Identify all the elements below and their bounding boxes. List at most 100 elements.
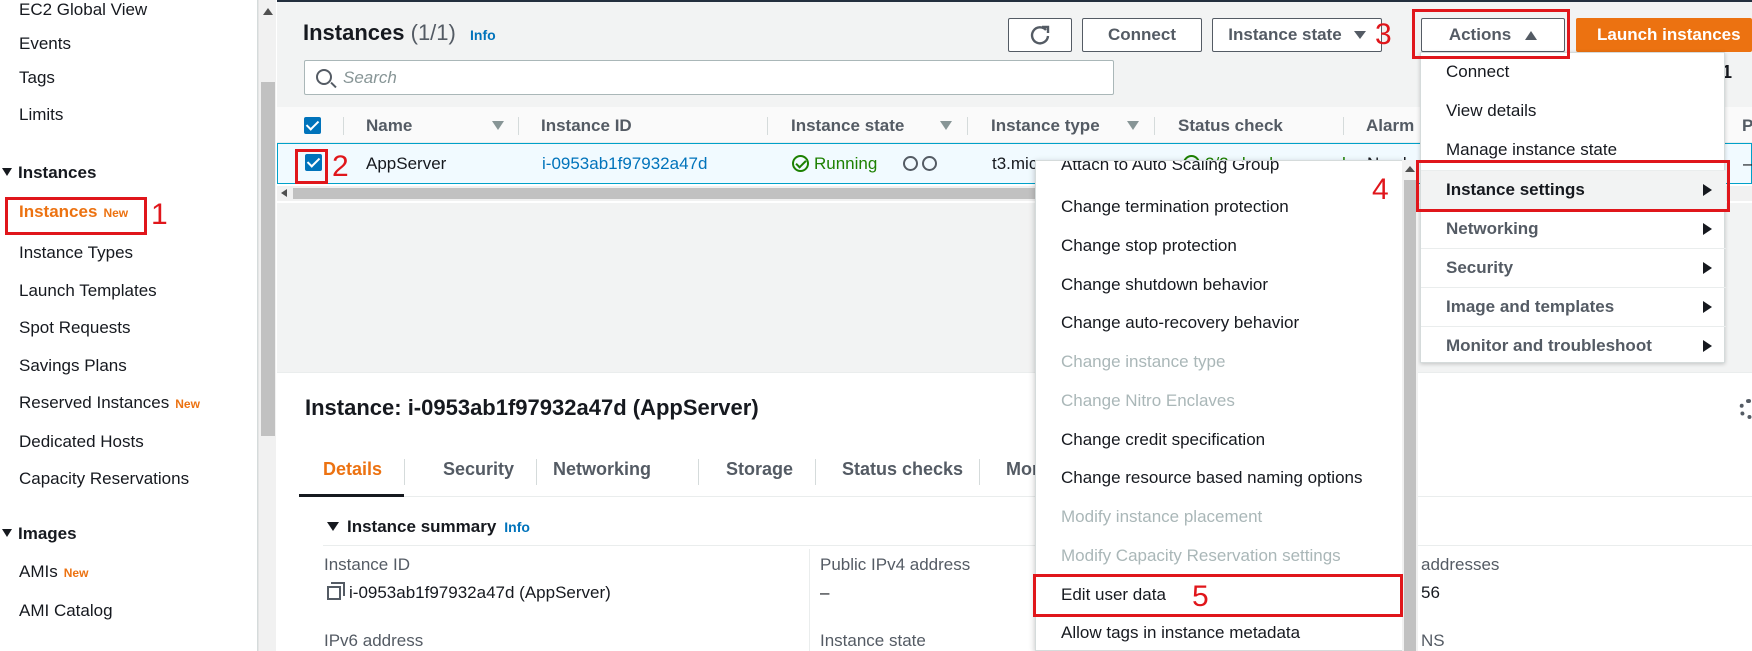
sidebar-item-ami-catalog[interactable]: AMI Catalog [19,601,113,621]
zoom-out-icon[interactable] [922,156,938,171]
active-tab-indicator [299,494,404,497]
sidebar-item-tags[interactable]: Tags [19,68,55,88]
instance-detail-panel: Instance: i-0953ab1f97932a47d (AppServer… [277,372,1752,651]
menu-item-modify-capacity-reservation-settings: Modify Capacity Reservation settings [1061,546,1341,565]
detail-title: Instance: i-0953ab1f97932a47d (AppServer… [305,395,759,420]
tab-status-checks[interactable]: Status checks [842,459,963,480]
select-all-checkbox[interactable] [304,117,321,134]
sidebar-item-savings-plans[interactable]: Savings Plans [19,356,127,376]
sidebar: EC2 Global View Events Tags Limits Insta… [0,0,258,651]
sidebar-item-amis[interactable]: AMIs New [19,562,88,582]
sidebar-section-instances[interactable]: Instances [2,163,96,183]
info-link[interactable]: Info [504,519,530,535]
menu-item-security[interactable]: Security [1421,248,1726,287]
menu-item-change-instance-type: Change instance type [1061,352,1226,371]
column-header-instance-type[interactable]: Instance type [991,116,1100,136]
instance-state-button[interactable]: Instance state [1212,18,1382,52]
column-header-name[interactable]: Name [366,116,412,136]
cell-dash: – [1743,154,1752,173]
sort-icon[interactable] [1127,121,1139,130]
sidebar-item-limits[interactable]: Limits [19,105,63,125]
menu-item-change-shutdown-behavior[interactable]: Change shutdown behavior [1061,275,1268,295]
chevron-right-icon [1703,262,1712,274]
sidebar-section-images[interactable]: Images [2,524,77,544]
sort-icon[interactable] [940,121,952,130]
sidebar-scrollbar[interactable] [258,0,276,651]
chevron-right-icon [1703,340,1712,352]
instance-id-label: Instance ID [324,555,410,574]
sidebar-item-launch-templates[interactable]: Launch Templates [19,281,157,301]
sidebar-item-instance-types[interactable]: Instance Types [19,243,133,263]
cell-instance-state: Running [792,154,938,174]
annotation-box-instance-settings [1416,160,1730,212]
caret-down-icon [327,522,339,531]
menu-item-allow-tags-in-instance-metadata[interactable]: Allow tags in instance metadata [1061,623,1300,643]
tab-details[interactable]: Details [323,459,382,480]
launch-instances-button[interactable]: Launch instances [1576,18,1752,52]
sidebar-item-spot-requests[interactable]: Spot Requests [19,318,131,338]
annotation-step-5: 5 [1192,580,1209,613]
caret-down-icon [2,529,12,537]
sidebar-item-reserved-instances[interactable]: Reserved Instances New [19,393,200,413]
annotation-step-4: 4 [1372,173,1389,206]
tab-security[interactable]: Security [443,459,514,480]
instance-summary-header[interactable]: Instance summary Info [327,517,530,537]
sort-icon[interactable] [492,121,504,130]
detail-tabs: Details Security Networking Storage Stat… [299,445,1752,497]
menu-item-view-details[interactable]: View details [1421,92,1726,131]
search-icon [316,69,332,85]
private-addresses-value: 56 [1421,583,1440,602]
instance-id-value: i-0953ab1f97932a47d (AppServer) [327,582,611,603]
tab-networking[interactable]: Networking [553,459,651,480]
scrollbar-thumb[interactable] [261,82,275,436]
annotation-step-3: 3 [1375,18,1392,51]
scroll-left-icon[interactable] [281,189,287,197]
column-header-instance-id[interactable]: Instance ID [541,116,632,136]
page-title: Instances (1/1) Info [303,20,496,45]
menu-item-change-termination-protection[interactable]: Change termination protection [1061,197,1289,217]
chevron-right-icon [1703,301,1712,313]
scrollbar-thumb[interactable] [1404,180,1416,651]
selection-count: (1/1) [410,20,456,45]
annotation-step-2: 2 [332,150,349,183]
menu-item-change-stop-protection[interactable]: Change stop protection [1061,236,1237,256]
column-header-status-check[interactable]: Status check [1178,116,1283,136]
info-link[interactable]: Info [470,27,496,43]
menu-item-attach-to-auto-scaling-group[interactable]: Attach to Auto Scaling Group [1061,161,1279,175]
menu-item-monitor-and-troubleshoot[interactable]: Monitor and troubleshoot [1421,326,1726,365]
menu-item-networking[interactable]: Networking [1421,209,1726,248]
refresh-button[interactable] [1008,18,1072,52]
gear-icon[interactable] [1739,399,1752,419]
public-ipv4-value: – [820,583,830,602]
public-ipv4-label: Public IPv4 address [820,555,971,574]
column-header-alarm[interactable]: Alarm [1366,116,1414,136]
sidebar-item-ec2-global-view[interactable]: EC2 Global View [19,0,147,20]
submenu-scrollbar[interactable] [1402,160,1418,651]
menu-item-image-and-templates[interactable]: Image and templates [1421,287,1726,326]
menu-item-change-credit-specification[interactable]: Change credit specification [1061,430,1265,450]
sidebar-item-capacity-reservations[interactable]: Capacity Reservations [19,469,189,489]
annotation-box-instances [5,197,147,235]
sidebar-item-events[interactable]: Events [19,34,71,54]
column-header-instance-state[interactable]: Instance state [791,116,904,136]
menu-item-change-auto-recovery-behavior[interactable]: Change auto-recovery behavior [1061,313,1299,333]
cell-instance-id[interactable]: i-0953ab1f97932a47d [542,154,707,174]
annotation-step-1: 1 [151,198,168,231]
column-header-p[interactable]: P [1742,116,1752,136]
zoom-in-icon[interactable] [903,156,919,171]
search-box[interactable] [304,60,1114,95]
connect-button[interactable]: Connect [1082,18,1202,52]
menu-item-change-nitro-enclaves: Change Nitro Enclaves [1061,391,1235,410]
menu-item-change-resource-based-naming-options[interactable]: Change resource based naming options [1061,468,1362,488]
copy-icon[interactable] [327,582,345,600]
scroll-up-icon[interactable] [1405,166,1415,172]
refresh-icon [1030,25,1050,45]
private-addresses-label: addresses [1421,555,1500,574]
tab-storage[interactable]: Storage [726,459,793,480]
scrollbar-thumb[interactable] [293,188,1063,199]
scroll-up-icon[interactable] [263,8,273,15]
annotation-box-edit-user-data [1033,574,1403,617]
sidebar-item-dedicated-hosts[interactable]: Dedicated Hosts [19,432,144,452]
caret-down-icon [1353,31,1366,39]
search-input[interactable] [343,67,1083,89]
